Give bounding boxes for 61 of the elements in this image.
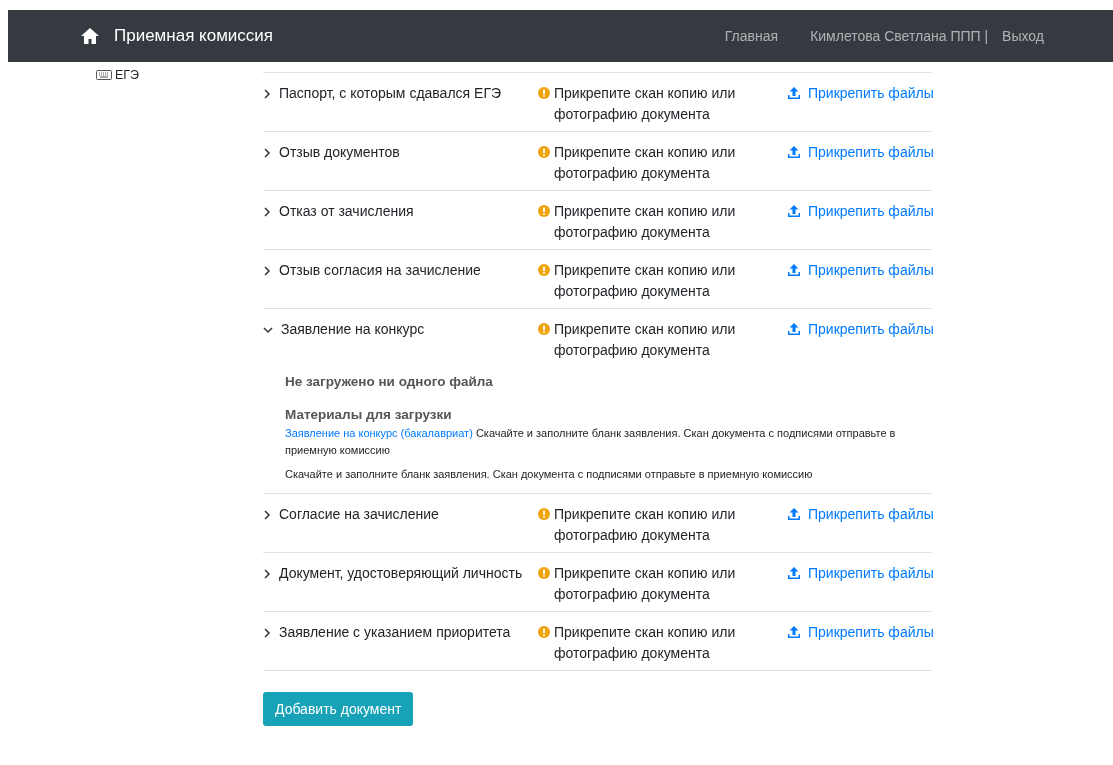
status-message: Прикрепите скан копию или фотографию документа bbox=[554, 202, 737, 242]
status-message: Прикрепите скан копию или фотографию документа bbox=[554, 143, 737, 183]
home-icon[interactable] bbox=[80, 27, 100, 45]
add-document-button[interactable]: Добавить документ bbox=[263, 692, 414, 726]
chevron-down-icon[interactable] bbox=[263, 326, 273, 334]
warning-icon bbox=[538, 508, 550, 520]
chevron-right-icon[interactable] bbox=[263, 266, 271, 276]
attach-files-link[interactable]: Прикрепить файлы bbox=[787, 319, 932, 361]
document-name[interactable]: Отказ от зачисления bbox=[279, 201, 414, 222]
document-name[interactable]: Заявление на конкурс bbox=[281, 319, 425, 340]
warning-icon bbox=[538, 567, 550, 579]
status-message: Прикрепите скан копию или фотографию документа bbox=[554, 564, 737, 604]
upload-icon bbox=[787, 625, 801, 639]
chevron-right-icon[interactable] bbox=[263, 569, 271, 579]
status-message: Прикрепите скан копию или фотографию документа bbox=[554, 505, 737, 545]
status-message: Прикрепите скан копию или фотографию документа bbox=[554, 84, 737, 124]
document-name[interactable]: Документ, удостоверяющий личность bbox=[279, 563, 523, 584]
status-message: Прикрепите скан копию или фотографию документа bbox=[554, 320, 737, 360]
chevron-right-icon[interactable] bbox=[263, 207, 271, 217]
warning-icon bbox=[538, 205, 550, 217]
document-name[interactable]: Заявление с указанием приоритета bbox=[279, 622, 511, 643]
upload-icon bbox=[787, 507, 801, 521]
document-name[interactable]: Отзыв согласия на зачисление bbox=[279, 260, 481, 281]
keyboard-icon bbox=[96, 70, 112, 80]
chevron-right-icon[interactable] bbox=[263, 148, 271, 158]
attach-files-link[interactable]: Прикрепить файлы bbox=[787, 142, 932, 184]
status-message: Прикрепите скан копию или фотографию документа bbox=[554, 623, 737, 663]
download-link[interactable]: Заявление на конкурс (бакалавриат) bbox=[285, 427, 473, 439]
chevron-right-icon[interactable] bbox=[263, 628, 271, 638]
brand-title[interactable]: Приемная комиссия bbox=[114, 26, 274, 46]
sidebar-item[interactable]: ЕГЭ bbox=[115, 68, 140, 82]
nav-link[interactable]: Главная bbox=[724, 28, 779, 44]
attach-files-link[interactable]: Прикрепить файлы bbox=[787, 563, 932, 605]
document-name[interactable]: Паспорт, с которым сдавался ЕГЭ bbox=[279, 83, 502, 104]
attach-files-link[interactable]: Прикрепить файлы bbox=[787, 201, 932, 243]
chevron-right-icon[interactable] bbox=[263, 89, 271, 99]
warning-icon bbox=[538, 626, 550, 638]
material-description: Заявление на конкурс (бакалавриат) Скачайте и заполните бланк заявления. Скан документа с подписями отправьте в приемную комиссию bbox=[285, 426, 897, 458]
nav-link[interactable]: Выход bbox=[1002, 28, 1044, 44]
upload-icon bbox=[787, 322, 801, 336]
upload-icon bbox=[787, 145, 801, 159]
warning-icon bbox=[538, 264, 550, 276]
empty-files-message: Не загружено ни одного файла bbox=[285, 373, 494, 390]
document-name[interactable]: Согласие на зачисление bbox=[279, 504, 439, 525]
attach-files-link[interactable]: Прикрепить файлы bbox=[787, 504, 932, 546]
upload-icon bbox=[787, 204, 801, 218]
attach-files-link[interactable]: Прикрепить файлы bbox=[787, 622, 932, 664]
attach-files-link[interactable]: Прикрепить файлы bbox=[787, 260, 932, 302]
user-name: Кимлетова Светлана ППП | bbox=[810, 28, 989, 44]
upload-icon bbox=[787, 86, 801, 100]
warning-icon bbox=[538, 323, 550, 335]
upload-icon bbox=[787, 566, 801, 580]
attach-files-link[interactable]: Прикрепить файлы bbox=[787, 83, 932, 125]
warning-icon bbox=[538, 87, 550, 99]
chevron-right-icon[interactable] bbox=[263, 510, 271, 520]
status-message: Прикрепите скан копию или фотографию документа bbox=[554, 261, 737, 301]
upload-icon bbox=[787, 263, 801, 277]
materials-heading: Материалы для загрузки bbox=[285, 406, 453, 423]
document-name[interactable]: Отзыв документов bbox=[279, 142, 400, 163]
material-note: Скачайте и заполните бланк заявления. Скан документа с подписями отправьте в приемную комиссию bbox=[285, 467, 814, 482]
warning-icon bbox=[538, 146, 550, 158]
